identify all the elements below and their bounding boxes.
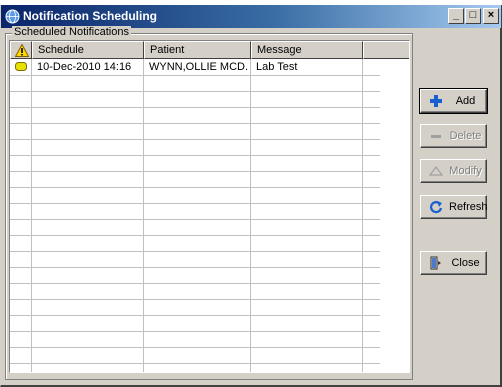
minimize-button[interactable]: _: [448, 8, 464, 24]
grid-line: [10, 283, 380, 284]
group-label: Scheduled Notifications: [12, 26, 131, 38]
close-button-label: Close: [451, 257, 480, 269]
plus-icon: [430, 95, 442, 107]
modify-button[interactable]: Modify: [420, 159, 487, 183]
grid-line: [10, 299, 380, 300]
exit-door-icon: [430, 256, 441, 270]
grid-line: [10, 219, 380, 220]
cell-patient: WYNN,OLLIE MCD...: [149, 61, 249, 73]
pending-indicator-icon: [15, 62, 27, 71]
grid-line: [10, 203, 380, 204]
column-header-filler: [363, 41, 409, 59]
title-bar[interactable]: Notification Scheduling _ □ ×: [1, 5, 501, 28]
grid-line: [10, 155, 380, 156]
grid-line: [10, 139, 380, 140]
grid-line: [10, 187, 380, 188]
grid-line: [10, 363, 380, 364]
notification-scheduling-window: Notification Scheduling _ □ × Scheduled …: [0, 5, 502, 387]
grid-line: [10, 171, 380, 172]
add-button-label: Add: [455, 95, 476, 107]
grid-line: [10, 107, 380, 108]
close-button[interactable]: Close: [420, 251, 487, 275]
column-header-schedule[interactable]: Schedule: [32, 41, 144, 59]
warning-icon: [15, 44, 29, 57]
refresh-button-label: Refresh: [449, 201, 488, 213]
grid-line: [10, 91, 380, 92]
window-title: Notification Scheduling: [23, 9, 157, 23]
app-globe-icon: [5, 9, 20, 24]
cell-schedule: 10-Dec-2010 14:16: [37, 61, 132, 73]
maximize-button[interactable]: □: [465, 8, 481, 24]
grid-line: [10, 235, 380, 236]
column-header-message[interactable]: Message: [251, 41, 363, 59]
grid-line: [10, 123, 380, 124]
column-header-status[interactable]: [10, 41, 32, 59]
modify-button-label: Modify: [449, 165, 482, 177]
cell-message: Lab Test: [256, 61, 298, 73]
delete-button-label: Delete: [449, 130, 482, 142]
delete-button[interactable]: Delete: [420, 124, 487, 148]
grid-line: [10, 75, 380, 76]
table-row[interactable]: 10-Dec-2010 14:16 WYNN,OLLIE MCD... Lab …: [10, 59, 363, 75]
close-window-button[interactable]: ×: [483, 8, 499, 24]
grid-line: [10, 267, 380, 268]
grid-line: [10, 347, 380, 348]
refresh-button[interactable]: Refresh: [420, 195, 488, 219]
triangle-icon: [429, 166, 443, 176]
grid-line: [10, 315, 380, 316]
minus-icon: [431, 135, 441, 138]
column-header-patient[interactable]: Patient: [144, 41, 251, 59]
grid-line: [10, 331, 380, 332]
notifications-list[interactable]: Schedule Patient Message 10-Dec-2010 14:…: [9, 40, 410, 373]
add-button[interactable]: Add: [419, 88, 488, 114]
refresh-icon: [429, 201, 443, 214]
grid-line: [10, 251, 380, 252]
